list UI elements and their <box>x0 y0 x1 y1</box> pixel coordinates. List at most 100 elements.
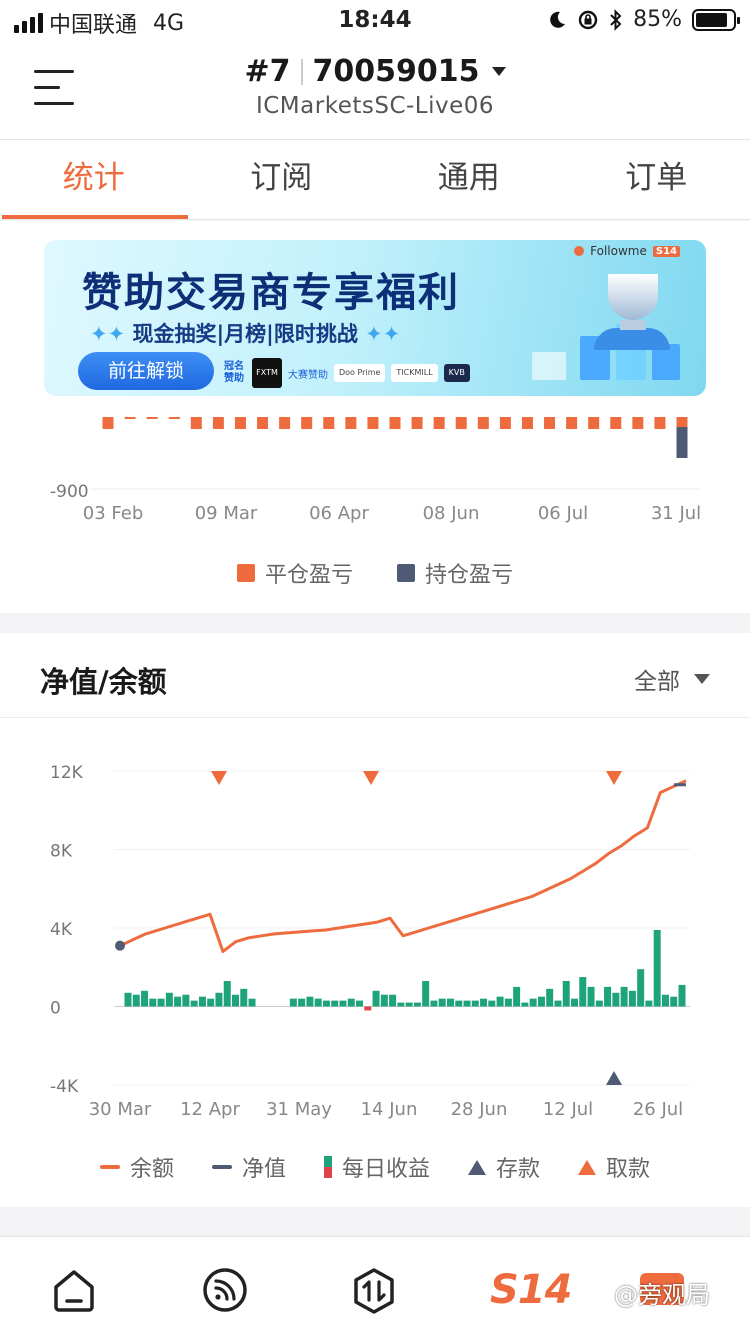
bar-daily-profit <box>397 1002 405 1007</box>
bar-daily-profit <box>207 998 215 1007</box>
title-sponsor-label: 冠名赞助 <box>224 361 244 384</box>
promo-banner[interactable]: Followme S14 赞助交易商专享福利 ✦✦ 现金抽奖|月榜|限时挑战 ✦… <box>44 240 706 396</box>
bar-daily-profit <box>339 1000 347 1007</box>
y-tick-label: 12K <box>50 763 84 783</box>
legend-equity[interactable]: 净值 <box>211 1151 286 1183</box>
x-tick-label: 09 Mar <box>195 503 258 524</box>
bar-daily-profit <box>347 998 355 1007</box>
y-tick-label: -4K <box>50 1077 79 1097</box>
bar-daily-profit <box>157 998 165 1007</box>
deposit-marker <box>606 1071 622 1085</box>
legend-swatch <box>236 564 255 582</box>
battery-percent: 85% <box>633 7 682 32</box>
sponsor-tickmill: TICKMILL <box>391 364 438 382</box>
withdrawal-marker <box>211 771 227 785</box>
banner-brand: Followme S14 <box>574 244 680 258</box>
home-icon <box>54 1270 94 1312</box>
banner-subtitle: ✦✦ 现金抽奖|月榜|限时挑战 ✦✦ <box>90 322 401 346</box>
bar-daily-profit <box>306 996 314 1007</box>
withdrawal-marker <box>606 771 622 785</box>
legend-deposit[interactable]: 存款 <box>468 1151 540 1183</box>
bar-closed-pnl <box>411 417 423 429</box>
bar-daily-profit <box>546 988 554 1007</box>
tab-orders[interactable]: 订单 <box>563 140 750 219</box>
status-right: 85% <box>547 7 740 32</box>
legend-label: 净值 <box>241 1157 286 1182</box>
nav-feed[interactable] <box>202 1267 248 1317</box>
bar-closed-pnl <box>212 417 224 429</box>
bar-daily-profit <box>595 1000 603 1007</box>
withdrawal-marker <box>363 771 379 785</box>
bar-closed-pnl <box>367 417 379 429</box>
legend-closed-pnl[interactable]: 平仓盈亏 <box>236 557 353 589</box>
bar-daily-profit <box>149 998 157 1007</box>
bar-daily-profit <box>215 992 223 1007</box>
banner-sponsors: 冠名赞助 FXTM 大赛赞助 Doo Prime TICKMILL KVB <box>224 358 470 388</box>
tab-bar: 统计 订阅 通用 订单 <box>0 140 750 220</box>
bar-daily-profit <box>571 998 579 1007</box>
sponsor-label: 大赛赞助 <box>288 369 328 381</box>
y-tick-label: -900 <box>50 482 89 502</box>
legend-swatch <box>397 564 415 582</box>
bar-daily-profit <box>471 1000 479 1007</box>
legend-floating-pnl[interactable]: 持仓盈亏 <box>397 557 513 589</box>
range-filter[interactable]: 全部 <box>634 662 710 696</box>
bar-daily-profit <box>537 996 545 1007</box>
trophy-base <box>620 320 646 330</box>
tab-stats[interactable]: 统计 <box>0 140 188 219</box>
nav-home[interactable] <box>50 1267 98 1317</box>
legend-balance[interactable]: 余额 <box>99 1151 174 1183</box>
bar-closed-pnl <box>102 417 114 429</box>
legend-withdrawal[interactable]: 取款 <box>578 1151 650 1183</box>
x-tick-label: 06 Jul <box>538 503 588 524</box>
bar-closed-pnl <box>433 417 445 429</box>
series-line-balance <box>119 779 687 953</box>
unlock-button[interactable]: 前往解锁 <box>78 352 214 390</box>
legend-swatch <box>323 1156 332 1178</box>
bar-daily-profit <box>322 1000 330 1007</box>
bar-closed-pnl <box>610 417 622 429</box>
bar-daily-profit <box>670 996 678 1007</box>
bar-daily-profit <box>331 1000 339 1007</box>
bar-closed-pnl <box>389 417 401 429</box>
followme-logo-icon <box>574 246 585 256</box>
tab-subscribe[interactable]: 订阅 <box>188 140 376 219</box>
bar-daily-profit <box>132 994 140 1007</box>
nav-s14[interactable]: S14 <box>490 1267 572 1313</box>
bar-closed-pnl <box>323 417 335 429</box>
bar-daily-profit <box>198 996 206 1007</box>
bar-daily-profit <box>562 980 570 1007</box>
bar-closed-pnl <box>168 417 180 419</box>
nav-trade[interactable] <box>352 1267 396 1319</box>
bar-closed-pnl <box>124 417 136 419</box>
bar-daily-profit <box>661 994 669 1007</box>
pnl-bar-chart: -90003 Feb 09 Mar 06 Apr 08 Jun 06 Jul 31 Jul <box>50 417 701 524</box>
bar-daily-profit <box>463 1000 471 1007</box>
account-server: ICMarketsSC-Live06 <box>255 93 495 119</box>
legend-daily-profit[interactable]: 每日收益 <box>323 1151 430 1183</box>
bottom-nav: S14 @旁观局 <box>0 1236 750 1334</box>
bar-daily-profit <box>389 994 397 1007</box>
bar-daily-profit <box>298 998 306 1007</box>
legend-swatch <box>99 1165 120 1169</box>
bar-floating-pnl <box>676 427 688 458</box>
y-tick-label: 0 <box>50 999 61 1019</box>
bar-daily-profit <box>653 929 661 1007</box>
triangle-up-icon <box>578 1159 597 1175</box>
watermark: @旁观局 <box>614 1281 710 1309</box>
legend-label: 取款 <box>606 1157 651 1182</box>
legend-label: 每日收益 <box>341 1157 430 1182</box>
app-header: #7 70059015 ICMarketsSC-Live06 <box>0 40 750 140</box>
bar-daily-profit <box>587 986 595 1007</box>
bar-daily-profit <box>604 986 612 1007</box>
legend-label: 持仓盈亏 <box>425 563 514 588</box>
sponsor-doo-prime: Doo Prime <box>334 364 386 382</box>
bar-daily-profit <box>554 1000 562 1007</box>
bar-closed-pnl <box>190 417 202 429</box>
account-switcher[interactable]: #7 70059015 ICMarketsSC-Live06 <box>0 54 750 119</box>
bar-daily-profit <box>413 1002 421 1007</box>
bar-closed-pnl <box>521 417 533 429</box>
trade-icon <box>354 1268 394 1314</box>
tab-general[interactable]: 通用 <box>375 140 563 219</box>
bar-daily-profit <box>504 998 512 1007</box>
